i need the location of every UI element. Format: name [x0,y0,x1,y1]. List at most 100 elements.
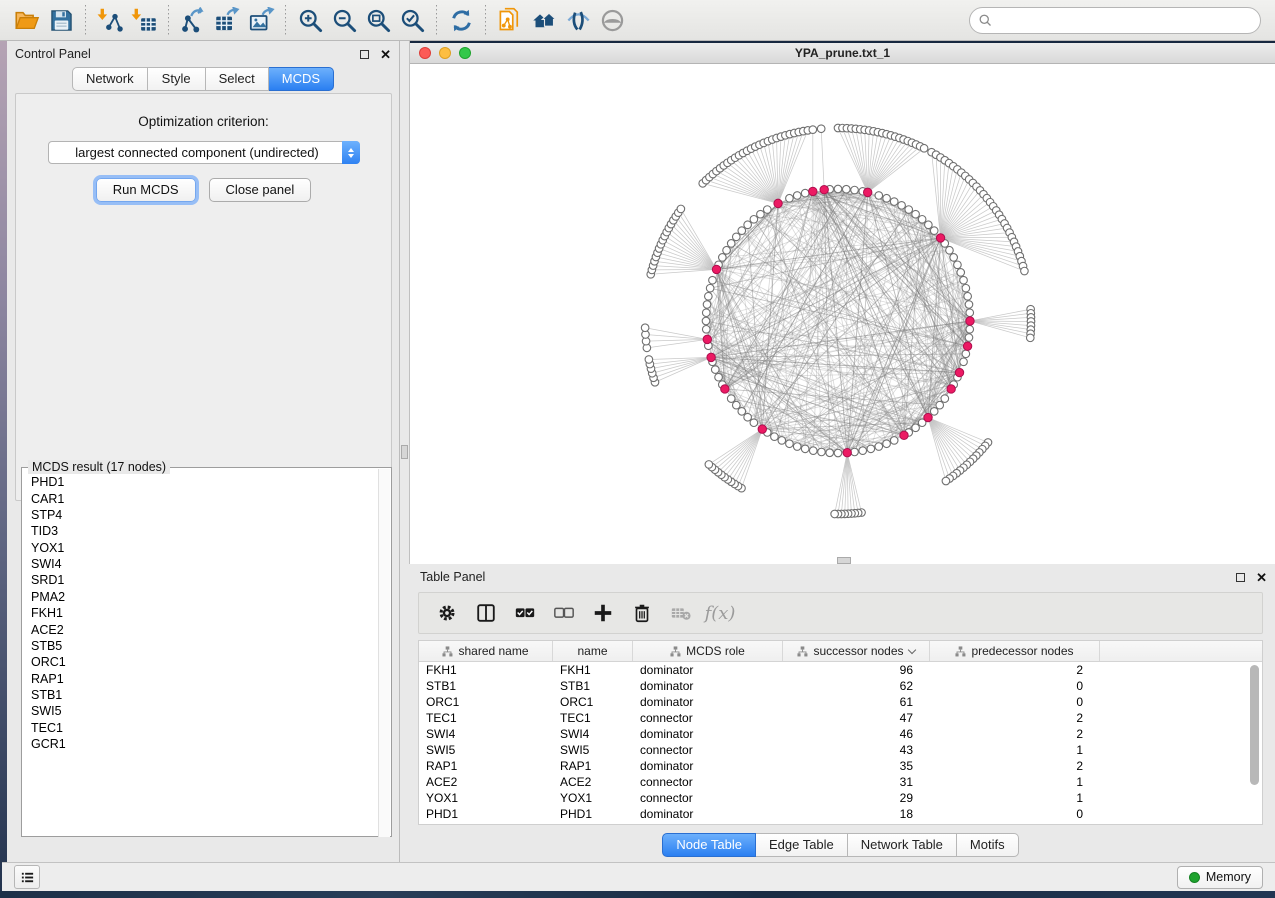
mcds-result-list[interactable]: PHD1CAR1STP4TID3YOX1SWI4SRD1PMA2FKH1ACE2… [23,474,378,832]
horizontal-splitter-handle[interactable] [837,557,851,564]
cell-name[interactable]: YOX1 [553,790,633,806]
cell-mcds-role[interactable]: dominator [633,806,783,822]
graph-node[interactable] [950,254,958,262]
cell-shared-name[interactable]: FKH1 [419,662,553,678]
graph-node[interactable] [705,461,713,469]
cell-mcds-role[interactable]: connector [633,774,783,790]
cell-name[interactable]: SWI4 [553,726,633,742]
cell-predecessor-nodes[interactable]: 2 [930,726,1100,742]
graph-node[interactable] [750,215,758,223]
tab-motifs[interactable]: Motifs [957,833,1019,857]
graph-node[interactable] [709,276,717,284]
graph-node[interactable] [964,292,972,300]
graph-hub-node[interactable] [936,234,944,242]
zoom-in-icon[interactable] [293,4,327,36]
cell-mcds-role[interactable]: connector [633,710,783,726]
table-scrollbar-thumb[interactable] [1250,665,1259,785]
table-row[interactable]: ACE2 ACE2 connector 31 1 [419,774,1262,790]
cell-successor-nodes[interactable]: 47 [783,710,930,726]
cell-shared-name[interactable]: RAP1 [419,758,553,774]
cell-name[interactable]: FKH1 [553,662,633,678]
graph-hub-node[interactable] [924,413,932,421]
cell-predecessor-nodes[interactable]: 0 [930,806,1100,822]
table-row[interactable]: YOX1 YOX1 connector 29 1 [419,790,1262,806]
cell-shared-name[interactable]: TEC1 [419,710,553,726]
graph-node[interactable] [912,424,920,432]
export-network-icon[interactable] [176,4,210,36]
mcds-result-item[interactable]: RAP1 [23,671,378,687]
graph-node[interactable] [842,185,850,193]
graph-hub-node[interactable] [843,448,851,456]
column-header-predecessor-nodes[interactable]: predecessor nodes [930,641,1100,661]
deselect-all-icon[interactable] [550,599,578,627]
cell-shared-name[interactable]: SWI4 [419,726,553,742]
graph-node[interactable] [890,437,898,445]
graph-node[interactable] [962,350,970,358]
table-row[interactable]: RAP1 RAP1 dominator 35 2 [419,758,1262,774]
table-row[interactable]: FKH1 FKH1 dominator 96 2 [419,662,1262,678]
graph-node[interactable] [966,325,974,333]
graph-node[interactable] [786,194,794,202]
graph-node[interactable] [918,215,926,223]
mcds-result-item[interactable]: STB5 [23,638,378,654]
cell-predecessor-nodes[interactable]: 2 [930,758,1100,774]
search-input[interactable] [969,7,1261,34]
graph-node[interactable] [793,192,801,200]
show-panels-menu-button[interactable] [14,865,40,889]
cell-mcds-role[interactable]: connector [633,790,783,806]
network-home-icon[interactable] [527,4,561,36]
graph-hub-node[interactable] [707,353,715,361]
memory-button[interactable]: Memory [1177,866,1263,889]
cell-mcds-role[interactable]: connector [633,742,783,758]
cell-successor-nodes[interactable]: 61 [783,694,930,710]
zoom-fit-icon[interactable] [361,4,395,36]
cell-successor-nodes[interactable]: 46 [783,726,930,742]
tab-node-table[interactable]: Node Table [662,833,756,857]
network-window-titlebar[interactable]: YPA_prune.txt_1 [410,43,1275,64]
graph-node[interactable] [793,443,801,451]
cell-successor-nodes[interactable]: 29 [783,790,930,806]
cell-shared-name[interactable]: PHD1 [419,806,553,822]
import-network-icon[interactable] [93,4,127,36]
cell-mcds-role[interactable]: dominator [633,694,783,710]
graph-hub-node[interactable] [712,265,720,273]
graph-hub-node[interactable] [809,187,817,195]
cell-predecessor-nodes[interactable]: 0 [930,678,1100,694]
graph-node[interactable] [702,317,710,325]
graph-node[interactable] [859,447,867,455]
graph-node[interactable] [702,309,710,317]
graph-node[interactable] [744,221,752,229]
criterion-select[interactable]: largest connected component (undirected) [48,141,360,164]
cell-predecessor-nodes[interactable]: 1 [930,790,1100,806]
graph-node[interactable] [930,227,938,235]
mcds-result-item[interactable]: SWI4 [23,556,378,572]
save-session-icon[interactable] [44,4,78,36]
table-scrollbar[interactable] [1249,665,1260,823]
graph-node[interactable] [705,292,713,300]
graph-node[interactable] [727,240,735,248]
graph-node[interactable] [851,186,859,194]
cell-successor-nodes[interactable]: 62 [783,678,930,694]
graph-node[interactable] [778,437,786,445]
graph-node[interactable] [960,358,968,366]
cell-successor-nodes[interactable]: 35 [783,758,930,774]
graph-node[interactable] [898,202,906,210]
cell-name[interactable]: TEC1 [553,710,633,726]
cell-mcds-role[interactable]: dominator [633,758,783,774]
graph-node[interactable] [809,447,817,455]
graph-node[interactable] [867,445,875,453]
mcds-list-scrollbar[interactable] [378,469,390,837]
cell-mcds-role[interactable]: dominator [633,678,783,694]
graph-node[interactable] [723,246,731,254]
split-columns-icon[interactable] [472,599,500,627]
zoom-out-icon[interactable] [327,4,361,36]
graph-node[interactable] [875,443,883,451]
graph-node[interactable] [738,408,746,416]
graph-node[interactable] [801,189,809,197]
table-row[interactable]: PHD1 PHD1 dominator 18 0 [419,806,1262,822]
tab-style[interactable]: Style [148,67,206,91]
cell-name[interactable]: STB1 [553,678,633,694]
cell-name[interactable]: RAP1 [553,758,633,774]
graph-node[interactable] [954,261,962,269]
graph-node[interactable] [834,449,842,457]
